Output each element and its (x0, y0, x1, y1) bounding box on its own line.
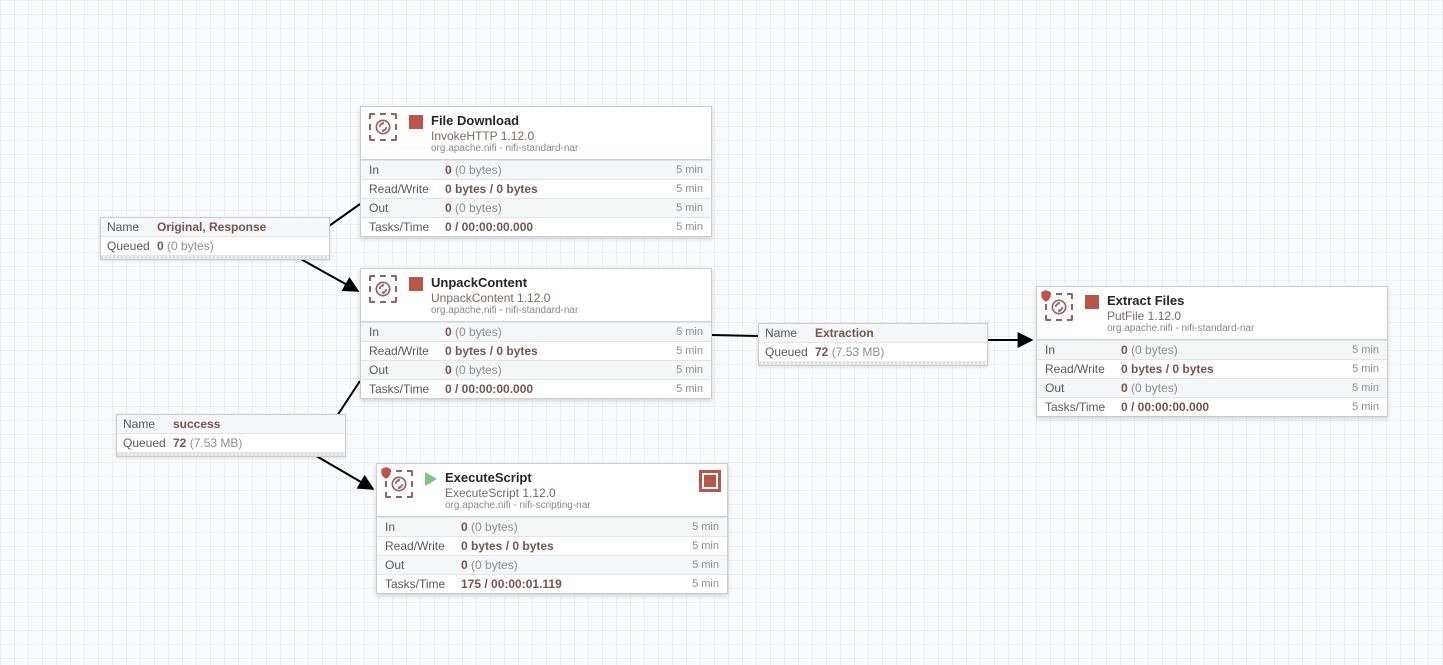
status-running-icon (425, 472, 437, 486)
shield-icon (379, 466, 393, 480)
processor-bundle: org.apache.nifi - nifi-standard-nar (431, 305, 703, 317)
stat-in: In0 (0 bytes)5 min (377, 517, 727, 536)
shield-icon (1039, 289, 1053, 303)
processor-unpack-content[interactable]: UnpackContent UnpackContent 1.12.0 org.a… (360, 268, 712, 399)
processor-type: InvokeHTTP 1.12.0 (431, 129, 703, 143)
processor-execute-script[interactable]: ExecuteScript ExecuteScript 1.12.0 org.a… (376, 463, 728, 594)
processor-file-download[interactable]: File Download InvokeHTTP 1.12.0 org.apac… (360, 106, 712, 237)
conn-backpressure-bar (101, 256, 329, 259)
stat-in: In0 (0 bytes)5 min (361, 322, 711, 341)
processor-bundle: org.apache.nifi - nifi-scripting-nar (445, 500, 719, 512)
stat-rw: Read/Write0 bytes / 0 bytes5 min (1037, 359, 1387, 378)
processor-type: PutFile 1.12.0 (1107, 309, 1379, 323)
connection-extraction[interactable]: NameExtraction Queued72 (7.53 MB) (758, 323, 988, 366)
stat-rw: Read/Write0 bytes / 0 bytes5 min (361, 341, 711, 360)
stat-in: In0 (0 bytes)5 min (361, 160, 711, 179)
stat-rw: Read/Write0 bytes / 0 bytes5 min (361, 179, 711, 198)
stat-rw: Read/Write0 bytes / 0 bytes5 min (377, 536, 727, 555)
primary-node-icon (699, 470, 721, 492)
stat-out: Out0 (0 bytes)5 min (361, 198, 711, 217)
status-stopped-icon (409, 277, 423, 291)
processor-name: File Download (431, 113, 703, 129)
stat-tasks: Tasks/Time0 / 00:00:00.0005 min (361, 379, 711, 398)
conn-name-row: NameOriginal, Response (101, 218, 329, 236)
connection-success[interactable]: Namesuccess Queued72 (7.53 MB) (116, 414, 346, 457)
stat-out: Out0 (0 bytes)5 min (1037, 378, 1387, 397)
processor-name: UnpackContent (431, 275, 703, 291)
stat-tasks: Tasks/Time0 / 00:00:00.0005 min (361, 217, 711, 236)
processor-type: ExecuteScript 1.12.0 (445, 486, 719, 500)
conn-backpressure-bar (117, 453, 345, 456)
status-stopped-icon (409, 115, 423, 129)
stat-tasks: Tasks/Time175 / 00:00:01.1195 min (377, 574, 727, 593)
conn-name-row: Namesuccess (117, 415, 345, 433)
processor-name: ExecuteScript (445, 470, 719, 486)
conn-queued-row: Queued0 (0 bytes) (101, 236, 329, 256)
processor-name: Extract Files (1107, 293, 1379, 309)
processor-extract-files[interactable]: Extract Files PutFile 1.12.0 org.apache.… (1036, 286, 1388, 417)
status-stopped-icon (1085, 295, 1099, 309)
processor-bundle: org.apache.nifi - nifi-standard-nar (431, 143, 703, 155)
processor-bundle: org.apache.nifi - nifi-standard-nar (1107, 323, 1379, 335)
processor-type: UnpackContent 1.12.0 (431, 291, 703, 305)
conn-name-row: NameExtraction (759, 324, 987, 342)
processor-icon (369, 275, 397, 303)
stat-tasks: Tasks/Time0 / 00:00:00.0005 min (1037, 397, 1387, 416)
stat-out: Out0 (0 bytes)5 min (361, 360, 711, 379)
connection-original-response[interactable]: NameOriginal, Response Queued0 (0 bytes) (100, 217, 330, 260)
conn-backpressure-bar (759, 362, 987, 365)
conn-queued-row: Queued72 (7.53 MB) (759, 342, 987, 362)
conn-queued-row: Queued72 (7.53 MB) (117, 433, 345, 453)
stat-out: Out0 (0 bytes)5 min (377, 555, 727, 574)
processor-icon (369, 113, 397, 141)
stat-in: In0 (0 bytes)5 min (1037, 340, 1387, 359)
